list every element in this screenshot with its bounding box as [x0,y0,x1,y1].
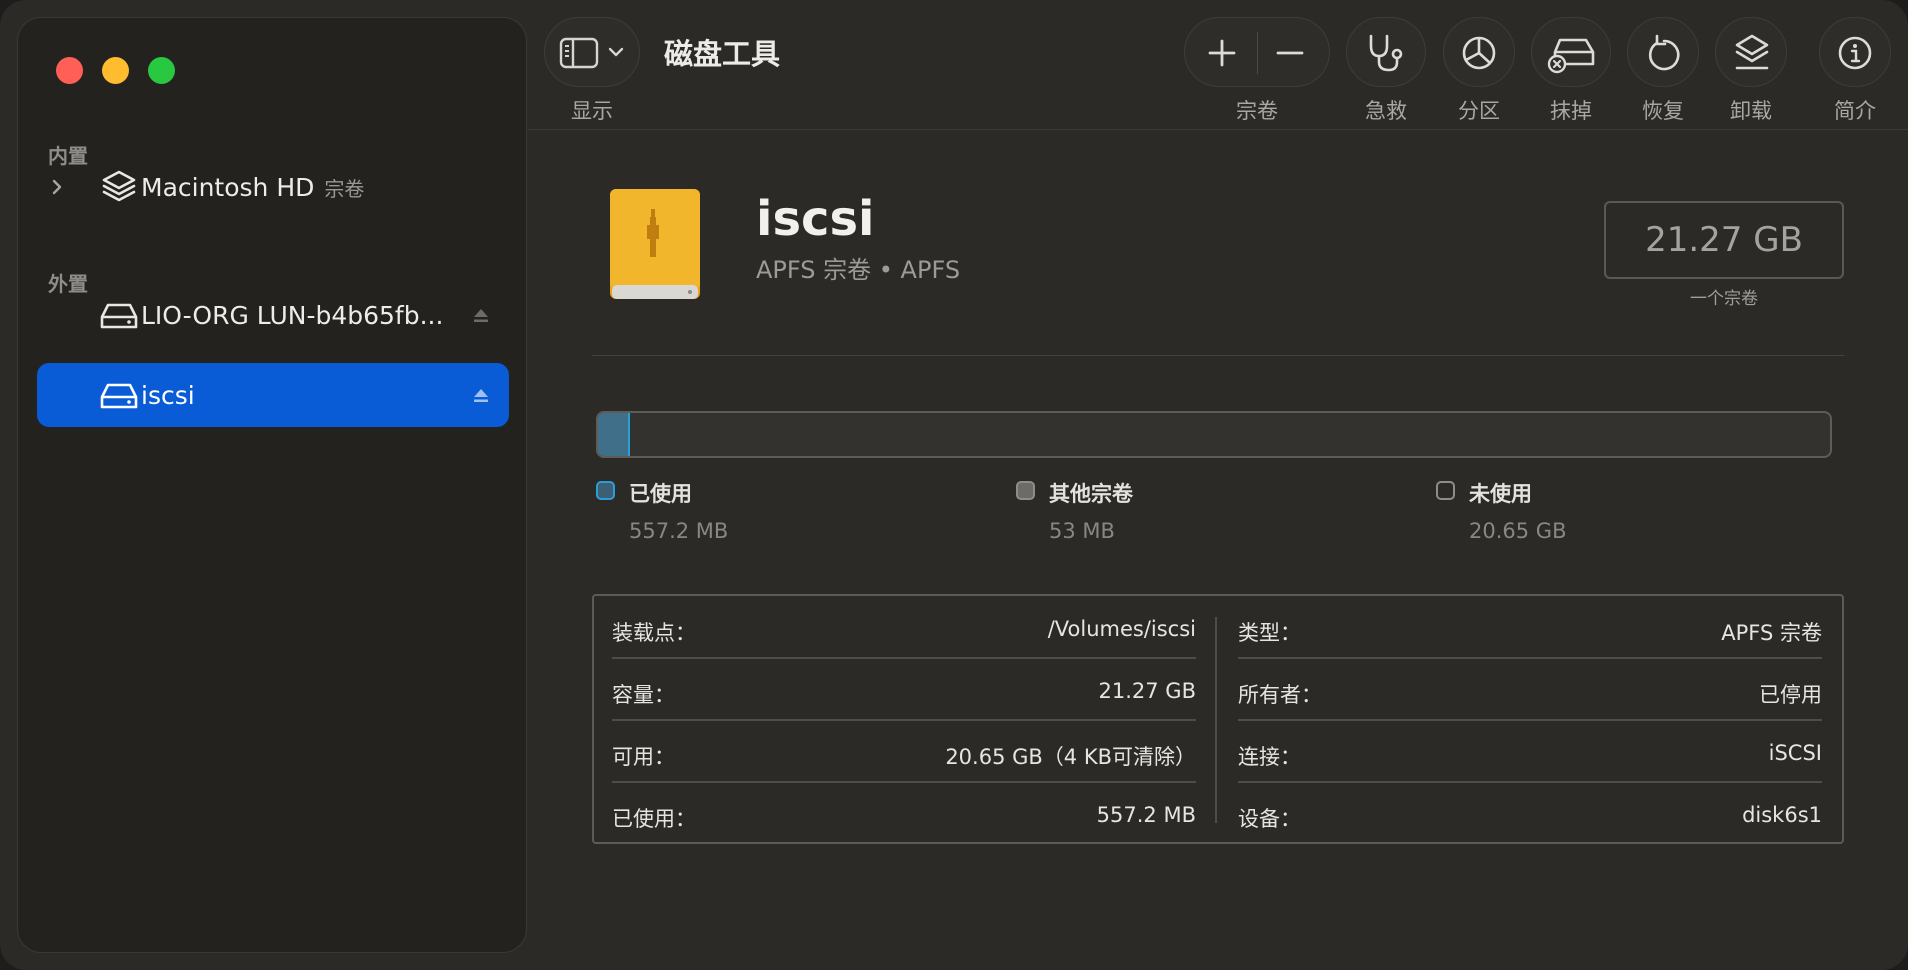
info-key: 可用： [612,745,675,769]
info-value: 21.27 GB [1098,679,1196,703]
info-key: 容量： [612,683,675,707]
info-label: 简介 [1834,99,1876,123]
info-value: disk6s1 [1742,803,1822,827]
header-divider [592,355,1844,356]
eject-icon[interactable] [471,305,491,325]
unmount-button[interactable] [1715,17,1787,87]
legend-free-label: 未使用 [1469,482,1532,506]
volume-subtitle: APFS 宗卷 • APFS [756,256,961,284]
view-button-label: 显示 [571,99,613,123]
zoom-window-button[interactable] [148,57,175,84]
legend-other-value: 53 MB [1049,519,1115,543]
legend-other-swatch [1016,481,1035,500]
volume-button-label: 宗卷 [1236,99,1278,123]
info-row-available: 可用： 20.65 GB（4 KB可清除） [594,721,1196,783]
layers-icon [102,170,136,202]
restore-button[interactable] [1627,17,1699,87]
info-key: 已使用： [612,807,696,831]
capacity-box: 21.27 GB [1604,201,1844,279]
usage-bar [596,411,1832,458]
legend-other-label: 其他宗卷 [1049,482,1133,506]
chevron-right-icon[interactable] [47,177,67,197]
chevron-down-icon [608,47,624,57]
info-key: 类型： [1238,621,1301,645]
erase-disk-icon [1547,38,1595,74]
pie-chart-icon [1462,36,1496,70]
restore-arrow-icon [1648,34,1680,71]
legend-free-value: 20.65 GB [1469,519,1567,543]
minimize-window-button[interactable] [102,57,129,84]
first-aid-label: 急救 [1365,99,1407,123]
volume-button-group [1184,17,1330,87]
info-value: 557.2 MB [1096,803,1196,827]
partition-button[interactable] [1443,17,1515,87]
info-row-type: 类型： APFS 宗卷 [1220,597,1822,659]
info-value: 已停用 [1759,683,1822,707]
erase-button[interactable] [1531,17,1611,87]
view-button[interactable] [544,17,640,87]
sidebar-item-lio-org-lun[interactable]: LIO-ORG LUN-b4b65fb... [37,283,509,347]
info-value: iSCSI [1768,741,1822,765]
sidebar-item-label: iscsi [141,381,195,410]
close-window-button[interactable] [56,57,83,84]
legend-used-label: 已使用 [629,482,692,506]
info-row-mount-point: 装载点： /Volumes/iscsi [594,597,1196,659]
sidebar-item-label: LIO-ORG LUN-b4b65fb... [141,301,444,330]
info-row-used: 已使用： 557.2 MB [594,783,1196,845]
legend-used-swatch [596,481,615,500]
info-button[interactable] [1819,17,1891,87]
legend-free-swatch [1436,481,1455,500]
info-value: 20.65 GB（4 KB可清除） [945,745,1196,769]
sidebar-item-macintosh-hd[interactable]: Macintosh HD 宗卷 [37,155,509,219]
info-row-owners: 所有者： 已停用 [1220,659,1822,721]
restore-label: 恢复 [1642,99,1684,123]
info-table-column-divider [1215,617,1217,823]
sidebar-item-sublabel: 宗卷 [324,177,365,201]
unmount-icon [1735,34,1769,70]
partition-label: 分区 [1458,99,1500,123]
sidebar: 内置 Macintosh HD 宗卷 外置 LIO-ORG LUN-b4b65fb… [17,17,527,953]
sidebar-item-label: Macintosh HD 宗卷 [141,173,365,202]
legend-used-value: 557.2 MB [629,519,729,543]
eject-icon[interactable] [471,385,491,405]
button-divider [1257,32,1258,74]
info-icon [1838,36,1872,70]
yellow-external-disk-icon [610,189,700,299]
info-key: 所有者： [1238,683,1322,707]
external-drive-icon [100,383,138,409]
info-value: APFS 宗卷 [1721,621,1822,645]
window-title: 磁盘工具 [664,37,781,71]
info-row-connection: 连接： iSCSI [1220,721,1822,783]
disk-utility-window: 内置 Macintosh HD 宗卷 外置 LIO-ORG LUN-b4b65fb… [0,0,1908,970]
info-row-capacity: 容量： 21.27 GB [594,659,1196,721]
sidebar-item-iscsi[interactable]: iscsi [37,363,509,427]
sidebar-toggle-icon [559,37,599,69]
info-key: 设备： [1238,807,1301,831]
volume-name: iscsi [756,191,875,247]
info-key: 装载点： [612,621,696,645]
external-drive-icon [100,303,138,329]
info-value: /Volumes/iscsi [1047,617,1196,641]
usage-bar-used-segment [598,413,631,456]
erase-label: 抹掉 [1550,99,1592,123]
info-key: 连接： [1238,745,1301,769]
first-aid-button[interactable] [1346,17,1426,87]
info-row-device: 设备： disk6s1 [1220,783,1822,845]
minus-icon[interactable] [1275,38,1305,68]
unmount-label: 卸载 [1730,99,1772,123]
stethoscope-icon [1369,34,1403,72]
plus-icon[interactable] [1207,38,1237,68]
capacity-subtitle: 一个宗卷 [1690,289,1758,309]
